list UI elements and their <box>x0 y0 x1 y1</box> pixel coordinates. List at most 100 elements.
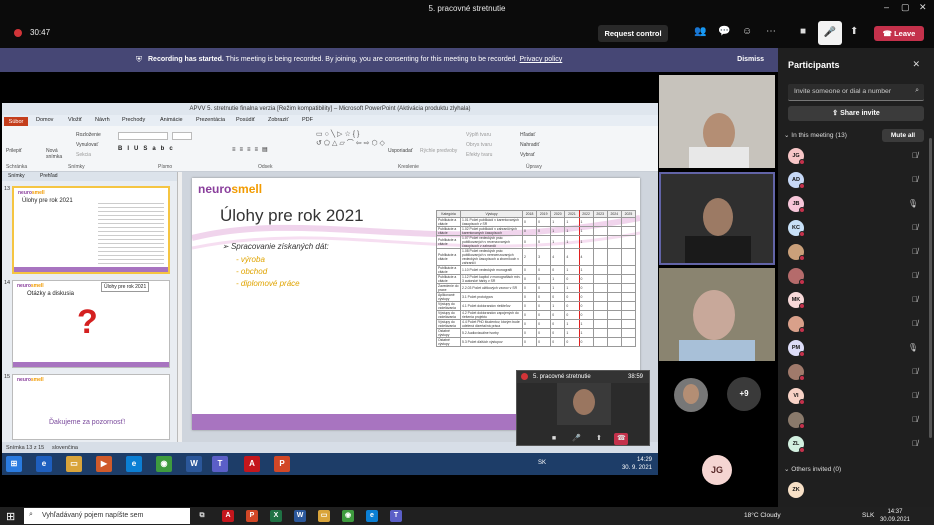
mic-off-icon[interactable]: 🎙̸ <box>912 247 918 256</box>
ppt-tab-design[interactable]: Návrh <box>95 117 110 123</box>
teams-icon[interactable]: T <box>212 456 228 472</box>
minimize-icon[interactable]: – <box>884 2 889 12</box>
ppt-tab-home[interactable]: Domov <box>36 117 53 123</box>
more-participants-button[interactable]: +9 <box>727 377 761 411</box>
chrome-icon[interactable]: ◉ <box>156 456 172 472</box>
avatar-jg-tile[interactable]: JG <box>702 455 732 485</box>
maximize-icon[interactable]: ▢ <box>901 2 910 13</box>
close-icon[interactable]: ✕ <box>919 2 927 13</box>
participant-row[interactable]: PM 🎙 <box>788 340 928 360</box>
mic-off-icon[interactable]: 🎙̸ <box>912 439 918 448</box>
ppt-tab-slideshow[interactable]: Prezentácia <box>196 117 225 123</box>
font-name-box[interactable] <box>118 132 168 140</box>
replace-label[interactable]: Nahradiť <box>520 142 539 148</box>
panel-scrollbar[interactable] <box>929 138 932 438</box>
os-clock[interactable]: 14:37 30.09.2021 <box>880 508 910 524</box>
shapes-gallery[interactable]: ▭○╲▷☆{}↺⬠△▱⌒⇦⇨⬡◇ <box>316 130 385 160</box>
share-toggle-icon[interactable]: ⬆ <box>592 433 606 445</box>
mute-all-button[interactable]: Mute all <box>882 129 924 142</box>
participant-row[interactable]: KC 🎙̸ <box>788 220 928 240</box>
windows-start-icon[interactable]: ⊞ <box>6 510 15 523</box>
participant-row[interactable]: JB 🎙 <box>788 196 928 216</box>
invited-row[interactable]: ZK <box>788 482 928 502</box>
folder-icon[interactable]: ▭ <box>66 456 82 472</box>
participant-row[interactable]: 🎙̸ <box>788 268 928 288</box>
media-icon[interactable]: ▶ <box>96 456 112 472</box>
mic-off-icon[interactable]: 🎙̸ <box>912 271 918 280</box>
participant-row[interactable]: AD 🎙̸ <box>788 172 928 192</box>
request-control-button[interactable]: Request control <box>598 25 668 42</box>
slide-thumbnail-15[interactable]: neurosmell Ďakujeme za pozornosť! <box>12 374 170 440</box>
find-label[interactable]: Hľadať <box>520 132 535 138</box>
font-size-box[interactable] <box>172 132 192 140</box>
ppt-tab-insert[interactable]: Vložiť <box>68 117 82 123</box>
layout-label[interactable]: Rozloženie <box>76 132 101 138</box>
participant-row[interactable]: 🎙̸ <box>788 364 928 384</box>
mic-off-icon[interactable]: 🎙̸ <box>912 391 918 400</box>
camera-icon[interactable]: ■ <box>800 26 806 37</box>
video-tile-1[interactable] <box>659 75 775 168</box>
hang-up-icon[interactable]: ☎ <box>614 433 629 445</box>
mute-microphone-button[interactable]: 🎤 <box>818 21 842 45</box>
participant-row[interactable]: MK 🎙̸ <box>788 292 928 312</box>
acrobat-icon[interactable]: A <box>244 456 260 472</box>
slide-thumbnail-13[interactable]: neurosmell Úlohy pre rok 2021 <box>12 186 170 274</box>
mic-off-icon[interactable]: 🎙̸ <box>912 367 918 376</box>
dismiss-button[interactable]: Dismiss <box>737 56 764 63</box>
privacy-policy-link[interactable]: Privacy policy <box>519 56 562 63</box>
word-icon[interactable]: W <box>294 510 306 522</box>
participants-icon[interactable]: 👥 <box>694 26 706 37</box>
participant-row[interactable]: ZL 🎙̸ <box>788 436 928 456</box>
edge-icon[interactable]: e <box>366 510 378 522</box>
video-tile-3[interactable] <box>659 268 775 361</box>
excel-icon[interactable]: X <box>270 510 282 522</box>
powerpoint-icon[interactable]: P <box>274 456 290 472</box>
powerpoint-icon[interactable]: P <box>246 510 258 522</box>
ppt-tab-pdf[interactable]: PDF <box>302 117 313 123</box>
file-explorer-icon[interactable]: ▭ <box>318 510 330 522</box>
camera-toggle-icon[interactable]: ■ <box>547 433 561 445</box>
mic-toggle-icon[interactable]: 🎤 <box>569 433 583 445</box>
ppt-tab-view[interactable]: Zobraziť <box>268 117 288 123</box>
shape-effects-label[interactable]: Efekty tvaru <box>466 152 492 158</box>
participant-row[interactable]: 🎙̸ <box>788 244 928 264</box>
participant-row[interactable]: 🎙̸ <box>788 316 928 336</box>
outline-tab[interactable]: Prehľad <box>40 173 58 179</box>
slides-tab[interactable]: Snímky <box>8 173 25 179</box>
paragraph-buttons[interactable]: ≡≡≡≡▤ <box>232 146 272 153</box>
acrobat-icon[interactable]: A <box>222 510 234 522</box>
ppt-tab-review[interactable]: Posúdiť <box>236 117 255 123</box>
close-panel-icon[interactable]: ✕ <box>912 59 920 70</box>
paste-label[interactable]: Prilepiť <box>6 148 22 154</box>
participant-row[interactable]: VI 🎙̸ <box>788 388 928 408</box>
video-tile-2[interactable] <box>659 172 775 265</box>
shape-fill-label[interactable]: Výplň tvaru <box>466 132 491 138</box>
participant-row[interactable]: 🎙̸ <box>788 412 928 432</box>
os-search-box[interactable]: ⌕ Vyhľadávaný pojem napíšte sem <box>24 508 190 524</box>
quick-styles-label[interactable]: Rýchle predvoby <box>420 148 457 154</box>
chrome-icon[interactable]: ◉ <box>342 510 354 522</box>
section-label[interactable]: Sekcia <box>76 152 91 158</box>
chat-icon[interactable]: 💬 <box>718 26 730 37</box>
ppt-tab-animations[interactable]: Animácie <box>160 117 183 123</box>
mic-off-icon[interactable]: 🎙̸ <box>912 295 918 304</box>
mic-on-icon[interactable]: 🎙 <box>908 343 918 352</box>
new-slide-label[interactable]: Nová snímka <box>46 148 66 160</box>
slide-thumbnail-14[interactable]: neurosmell Otázky a diskusia Úlohy pre r… <box>12 280 170 368</box>
start-icon[interactable]: ⊞ <box>6 456 22 472</box>
arrange-label[interactable]: Usporiadať <box>388 148 413 154</box>
share-screen-icon[interactable]: ⬆ <box>850 26 858 37</box>
ppt-tab-transitions[interactable]: Prechody <box>122 117 145 123</box>
word-icon[interactable]: W <box>186 456 202 472</box>
self-view-window[interactable]: 5. pracovné stretnutie 38:59 ■ 🎤 ⬆ ☎ <box>516 370 650 446</box>
task-view-icon[interactable]: ⧉ <box>196 510 208 522</box>
share-invite-button[interactable]: ⇪ Share invite <box>788 106 924 121</box>
mic-off-icon[interactable]: 🎙̸ <box>912 415 918 424</box>
font-format-buttons[interactable]: BIUSabc <box>118 146 178 152</box>
invite-search-input[interactable]: Invite someone or dial a number ⌕ <box>788 84 924 101</box>
mic-off-icon[interactable]: 🎙̸ <box>912 151 918 160</box>
mic-off-icon[interactable]: 🎙̸ <box>912 175 918 184</box>
os-lang[interactable]: SLK <box>862 512 874 519</box>
in-meeting-header[interactable]: ⌄ In this meeting (13) <box>784 131 847 139</box>
others-invited-header[interactable]: ⌄ Others invited (0) <box>784 465 841 473</box>
